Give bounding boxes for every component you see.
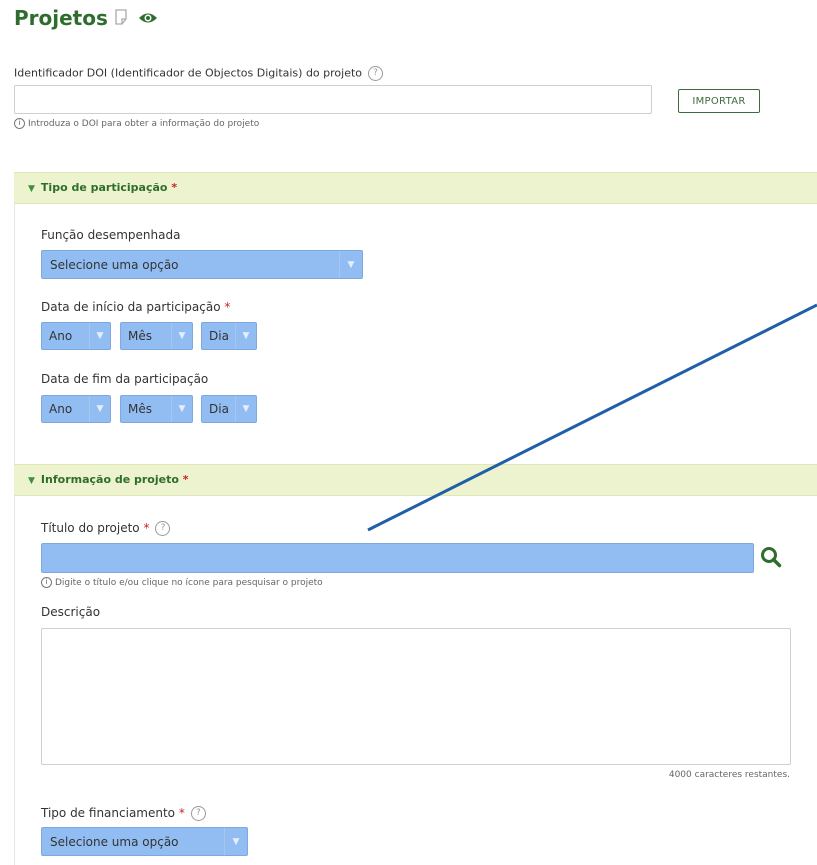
- annotation-arrow: [367, 303, 817, 532]
